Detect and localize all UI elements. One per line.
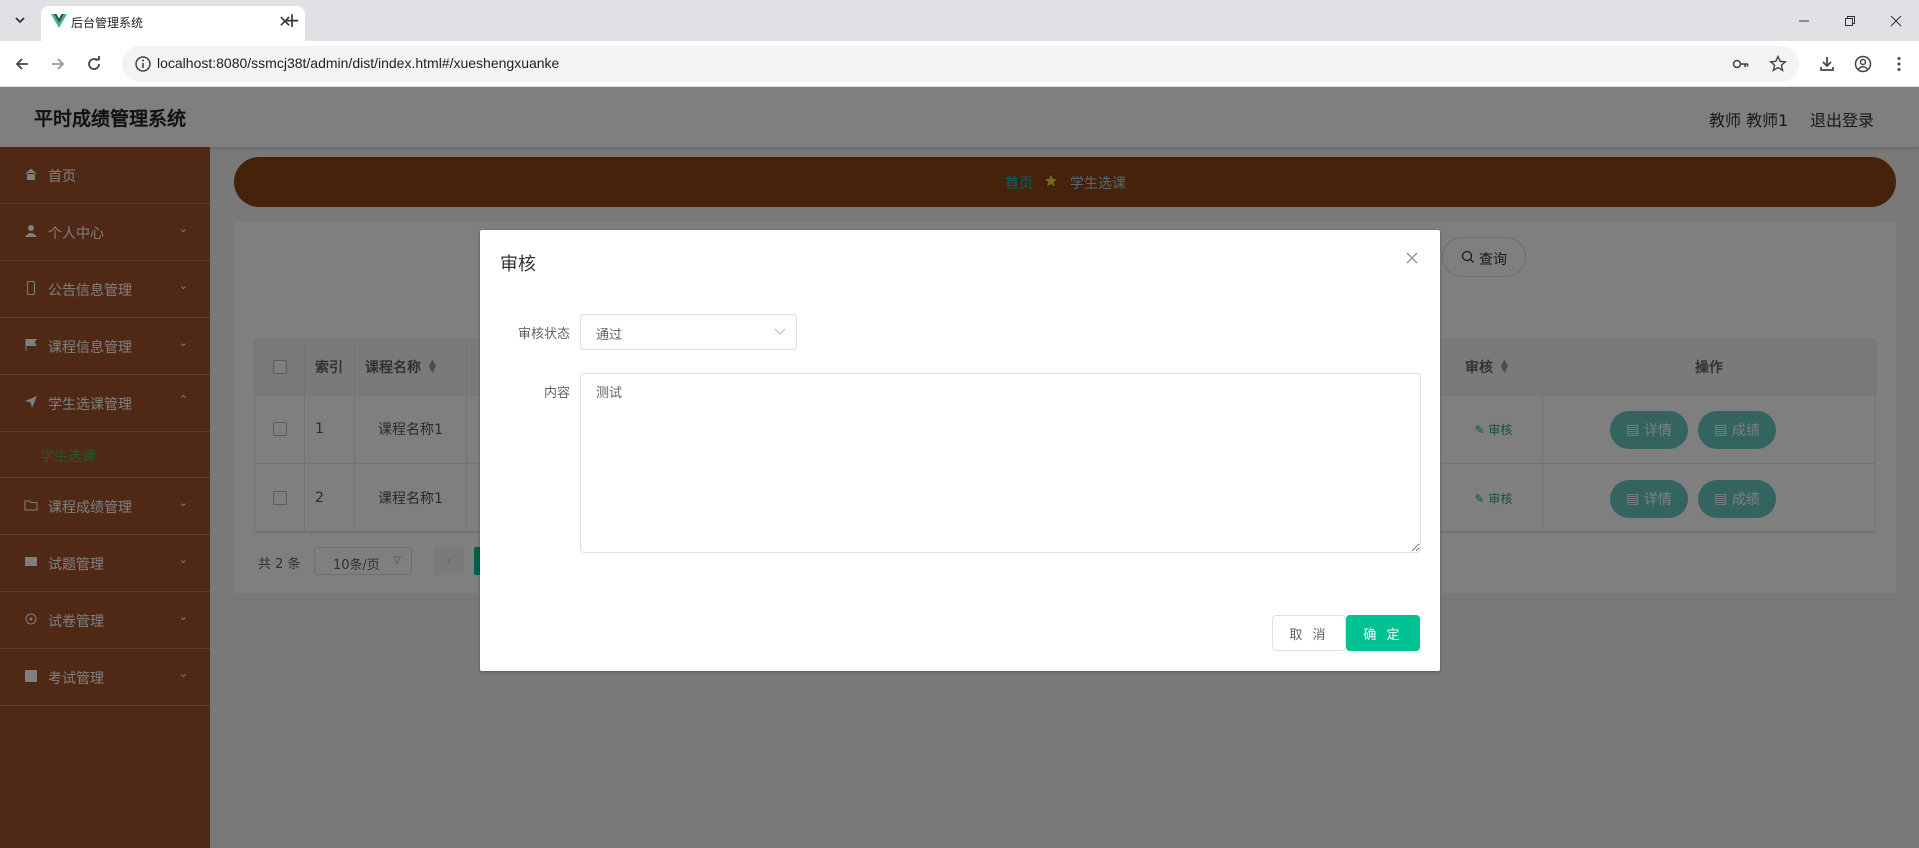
browser-toolbar: localhost:8080/ssmcj38t/admin/dist/index… [0,41,1919,87]
site-info-icon[interactable] [134,55,152,73]
chevron-down-icon [15,17,25,24]
vue-logo-icon [51,14,67,28]
close-icon[interactable] [1404,250,1420,266]
audit-dialog: 审核 审核状态 通过 内容 测试 取 消 确 定 [480,230,1440,671]
status-select-value: 通过 [596,328,623,343]
downloads-button[interactable] [1813,50,1841,78]
close-window-button[interactable] [1873,0,1919,41]
address-bar[interactable]: localhost:8080/ssmcj38t/admin/dist/index… [122,46,1799,82]
minimize-icon [1799,20,1809,21]
browser-tab[interactable]: 后台管理系统 ✕ [41,6,305,41]
url-text: localhost:8080/ssmcj38t/admin/dist/index… [157,55,560,71]
new-tab-button[interactable]: + [280,8,304,32]
browser-tab-strip: 后台管理系统 ✕ + [0,0,1919,41]
dialog-title: 审核 [500,254,536,275]
tab-title: 后台管理系统 [71,16,144,30]
status-label: 审核状态 [517,327,570,342]
tab-search-button[interactable] [7,8,33,32]
close-icon [1890,15,1902,26]
cancel-button[interactable]: 取 消 [1272,615,1346,651]
content-label: 内容 [543,386,570,401]
restore-button[interactable] [1827,0,1873,41]
profile-button[interactable] [1849,50,1877,78]
more-vert-icon [1897,57,1901,71]
reload-icon [88,56,100,70]
star-icon[interactable] [1769,55,1787,73]
status-select[interactable]: 通过 [580,314,797,350]
back-button[interactable] [8,50,36,78]
account-icon [1854,55,1872,73]
reload-button[interactable] [80,50,108,78]
confirm-button[interactable]: 确 定 [1346,615,1420,651]
restore-icon [1845,15,1855,26]
download-icon [1820,57,1834,71]
chevron-down-icon [774,328,786,335]
arrow-left-icon [15,58,28,70]
content-textarea[interactable]: 测试 [580,373,1421,553]
arrow-right-icon [52,58,65,70]
minimize-button[interactable] [1781,0,1827,41]
forward-button[interactable] [44,50,72,78]
key-icon[interactable] [1732,55,1750,73]
browser-menu-button[interactable] [1885,50,1913,78]
